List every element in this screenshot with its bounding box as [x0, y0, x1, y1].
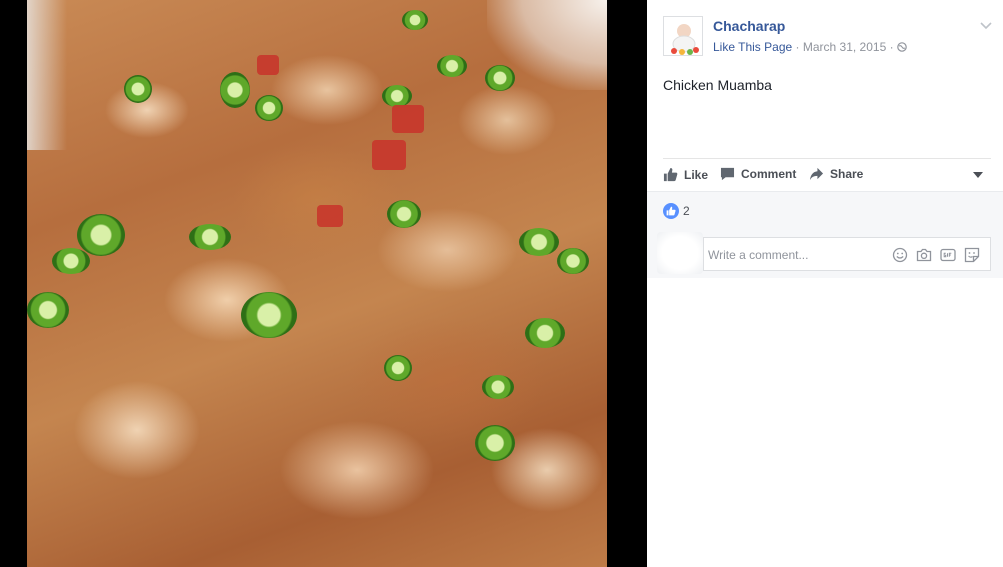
photo-pepper: [220, 72, 250, 108]
meta-separator: ·: [795, 40, 800, 54]
photo-viewer: [0, 0, 647, 567]
comment-icon: [720, 167, 735, 181]
emoji-icon[interactable]: [892, 247, 908, 263]
photo-pepper: [482, 375, 514, 399]
post-header: Chacharap Like This Page · March 31, 201…: [663, 16, 993, 60]
comment-placeholder: Write a comment...: [708, 248, 809, 262]
thumbs-up-icon: [663, 167, 678, 182]
photo-pepper: [525, 318, 565, 348]
photo-pepper: [557, 248, 589, 274]
sticker-icon[interactable]: [964, 247, 980, 263]
photo-dish-edge-left: [27, 0, 67, 150]
meta-separator: ·: [889, 40, 894, 54]
photo-pepper: [384, 355, 412, 381]
share-label: Share: [830, 167, 864, 181]
photo-pepper: [437, 55, 467, 77]
like-reaction-icon: [663, 203, 679, 219]
reaction-count: 2: [683, 204, 690, 218]
photo-tomato: [392, 105, 424, 133]
reaction-menu-arrow[interactable]: [973, 172, 983, 178]
photo-pepper: [255, 95, 283, 121]
globe-icon: [897, 42, 907, 52]
photo-pepper: [387, 200, 421, 228]
comment-label: Comment: [741, 167, 797, 181]
like-button[interactable]: Like: [663, 167, 708, 182]
commenter-avatar: [657, 232, 703, 274]
photo-pepper: [241, 292, 297, 338]
camera-icon[interactable]: [916, 247, 932, 263]
share-icon: [809, 167, 824, 181]
photo-pepper: [402, 10, 428, 30]
photo-tomato: [372, 140, 406, 170]
comment-button[interactable]: Comment: [720, 167, 796, 181]
photo-tomato: [257, 55, 279, 75]
like-label: Like: [684, 167, 709, 182]
reaction-summary[interactable]: 2: [663, 203, 690, 219]
photo-pepper: [382, 85, 412, 107]
post-photo[interactable]: [27, 0, 607, 567]
photo-pepper: [519, 228, 559, 256]
photo-pepper: [27, 292, 69, 328]
post-caption: Chicken Muamba: [663, 77, 772, 93]
post-actions: Like Comment Share: [663, 158, 991, 190]
photo-pepper: [475, 425, 515, 461]
comment-input[interactable]: Write a comment...: [703, 237, 991, 271]
photo-pepper: [52, 248, 90, 274]
like-page-link[interactable]: Like This Page: [713, 40, 792, 54]
photo-tomato: [317, 205, 343, 227]
page-name-link[interactable]: Chacharap: [713, 18, 785, 34]
chevron-down-icon[interactable]: [979, 18, 993, 32]
page-avatar[interactable]: [663, 16, 703, 56]
photo-pepper: [77, 214, 125, 256]
photo-pepper: [189, 224, 231, 250]
gif-icon[interactable]: [940, 247, 956, 263]
photo-pepper: [485, 65, 515, 91]
feedback-section: 2 Write a comment...: [647, 191, 1003, 278]
post-panel: Chacharap Like This Page · March 31, 201…: [647, 0, 1003, 567]
photo-pepper: [124, 75, 152, 103]
post-meta: Like This Page · March 31, 2015 ·: [713, 40, 907, 54]
post-date[interactable]: March 31, 2015: [803, 40, 886, 54]
share-button[interactable]: Share: [809, 167, 863, 181]
